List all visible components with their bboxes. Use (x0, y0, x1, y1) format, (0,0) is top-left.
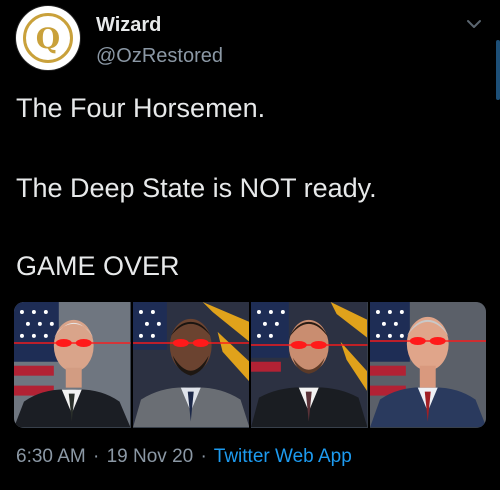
laser-eyes (369, 337, 486, 345)
handle[interactable]: @OzRestored (96, 42, 223, 70)
tweet-card: Q Wizard @OzRestored The Four Horsemen. … (0, 0, 500, 490)
tweet-text-line-1: The Four Horsemen. (16, 93, 266, 123)
q-logo-icon: Q (23, 13, 73, 63)
photo-4[interactable] (369, 302, 486, 428)
scrollbar[interactable] (496, 40, 500, 100)
tweet-date[interactable]: 19 Nov 20 (107, 446, 194, 467)
avatar[interactable]: Q (16, 6, 80, 70)
separator: · (200, 446, 207, 467)
tweet-text-line-2: The Deep State is NOT ready. (16, 173, 377, 203)
person-figure (132, 318, 249, 428)
photo-3[interactable] (251, 302, 368, 428)
photo-2[interactable] (132, 302, 249, 428)
laser-eyes (132, 339, 249, 347)
source-app-link[interactable]: Twitter Web App (214, 446, 352, 467)
photo-1[interactable] (14, 302, 131, 428)
display-name[interactable]: Wizard (96, 12, 223, 38)
author-names: Wizard @OzRestored (96, 12, 223, 70)
tweet-time[interactable]: 6:30 AM (16, 446, 86, 467)
laser-eyes (251, 341, 368, 349)
person-figure (251, 319, 368, 428)
media-grid (14, 302, 486, 428)
person-figure (369, 316, 486, 428)
tweet-meta: 6:30 AM · 19 Nov 20 · Twitter Web App (16, 446, 352, 468)
laser-eyes (14, 339, 131, 347)
person-figure (14, 319, 131, 428)
tweet-header: Q Wizard @OzRestored (16, 6, 486, 74)
avatar-letter: Q (35, 21, 61, 55)
chevron-down-icon[interactable] (464, 14, 484, 34)
tweet-text-line-3: GAME OVER (16, 251, 180, 281)
separator: · (93, 446, 100, 467)
